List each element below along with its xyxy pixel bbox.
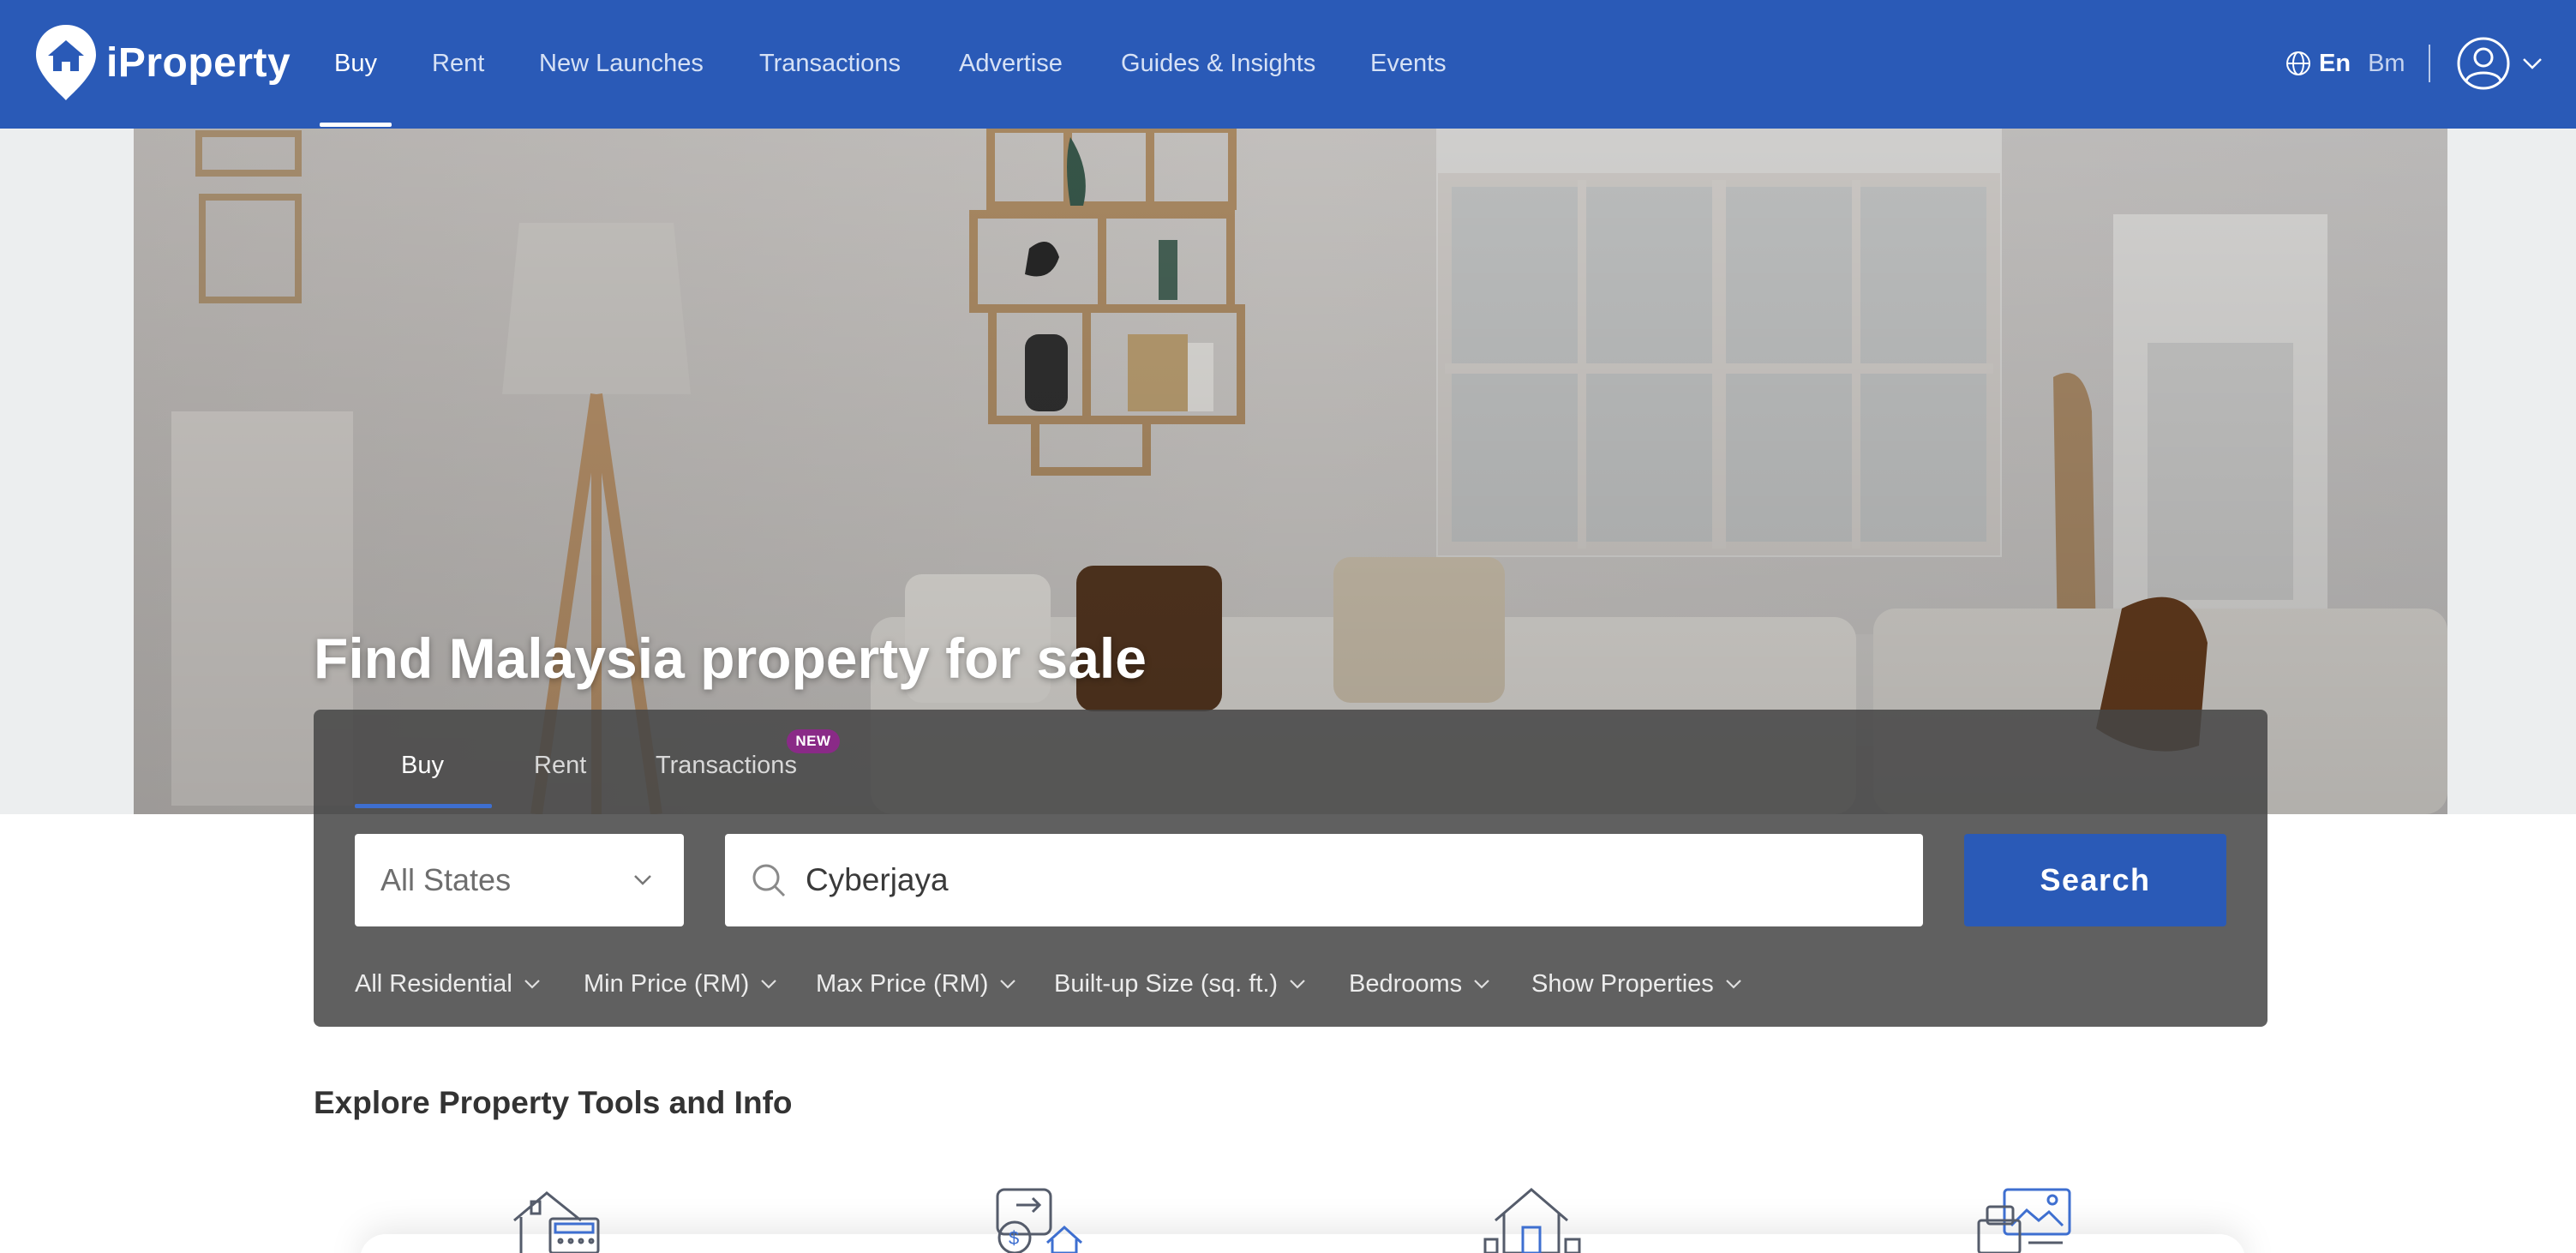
- filter-label: Show Properties: [1531, 969, 1714, 998]
- nav-item-transactions[interactable]: Transactions: [759, 0, 901, 129]
- brand-name: iProperty: [106, 39, 291, 86]
- language-bm[interactable]: Bm: [2368, 50, 2405, 78]
- iproperty-logo[interactable]: iProperty: [34, 22, 291, 103]
- active-nav-indicator: [320, 123, 392, 127]
- filter-label: Min Price (RM): [584, 969, 750, 998]
- filter-label: Built-up Size (sq. ft.): [1054, 969, 1279, 998]
- active-tab-indicator: [355, 804, 492, 808]
- search-button[interactable]: Search: [1964, 834, 2226, 926]
- nav-item-advertise[interactable]: Advertise: [959, 0, 1063, 129]
- svg-text:$: $: [1009, 1227, 1019, 1249]
- filter-label: Max Price (RM): [816, 969, 989, 998]
- language-switcher: En Bm: [2285, 48, 2405, 79]
- chevron-down-icon: [1000, 980, 1016, 989]
- tab-rent[interactable]: Rent: [534, 710, 586, 807]
- language-en[interactable]: En: [2319, 50, 2351, 78]
- nav-item-buy[interactable]: Buy: [334, 0, 377, 129]
- filter-min-price[interactable]: Min Price (RM): [584, 967, 780, 1001]
- money-transfer-house-icon[interactable]: $: [985, 1186, 1097, 1253]
- chevron-down-icon: [524, 980, 540, 989]
- search-panel: Buy Rent Transactions NEW All States Sea…: [314, 710, 2267, 1027]
- tools-card-shadow: [360, 1234, 2245, 1253]
- nav-item-events[interactable]: Events: [1370, 0, 1447, 129]
- filter-show-properties[interactable]: Show Properties: [1531, 967, 1745, 1001]
- state-select-value: All States: [380, 862, 512, 897]
- hero-title: Find Malaysia property for sale: [314, 626, 1147, 690]
- search-field: [725, 834, 1923, 926]
- nav-item-guides-insights[interactable]: Guides & Insights: [1121, 0, 1315, 129]
- house-value-icon[interactable]: [1478, 1186, 1590, 1253]
- user-menu-button[interactable]: [2456, 36, 2545, 91]
- filter-property-type[interactable]: All Residential: [355, 967, 543, 1001]
- top-navigation-bar: iProperty Buy Rent New Launches Transact…: [0, 0, 2576, 129]
- chevron-down-icon: [634, 875, 651, 885]
- nav-divider: [2429, 45, 2430, 82]
- property-listing-icon[interactable]: [1967, 1186, 2078, 1253]
- globe-icon: [2286, 51, 2310, 75]
- tab-buy[interactable]: Buy: [401, 710, 444, 807]
- chevron-down-icon: [1290, 980, 1305, 989]
- nav-item-new-launches[interactable]: New Launches: [539, 0, 704, 129]
- filter-built-up-size[interactable]: Built-up Size (sq. ft.): [1054, 967, 1309, 1001]
- user-avatar-icon: [2457, 37, 2510, 90]
- new-badge: NEW: [787, 729, 840, 753]
- chevron-down-icon: [1474, 980, 1489, 989]
- filter-label: All Residential: [355, 969, 512, 998]
- house-calculator-icon[interactable]: [506, 1186, 617, 1253]
- search-input[interactable]: [806, 862, 1834, 898]
- chevron-down-icon: [761, 980, 777, 989]
- filter-max-price[interactable]: Max Price (RM): [816, 967, 1019, 1001]
- filter-label: Bedrooms: [1349, 969, 1463, 998]
- home-pin-icon: [36, 25, 96, 100]
- explore-section-title: Explore Property Tools and Info: [314, 1085, 793, 1120]
- state-select[interactable]: All States: [355, 834, 684, 926]
- filter-bedrooms[interactable]: Bedrooms: [1349, 967, 1493, 1001]
- chevron-down-icon: [2523, 58, 2542, 69]
- tab-transactions[interactable]: Transactions: [656, 710, 797, 807]
- chevron-down-icon: [1726, 980, 1741, 989]
- nav-item-rent[interactable]: Rent: [432, 0, 484, 129]
- search-icon: [752, 864, 786, 897]
